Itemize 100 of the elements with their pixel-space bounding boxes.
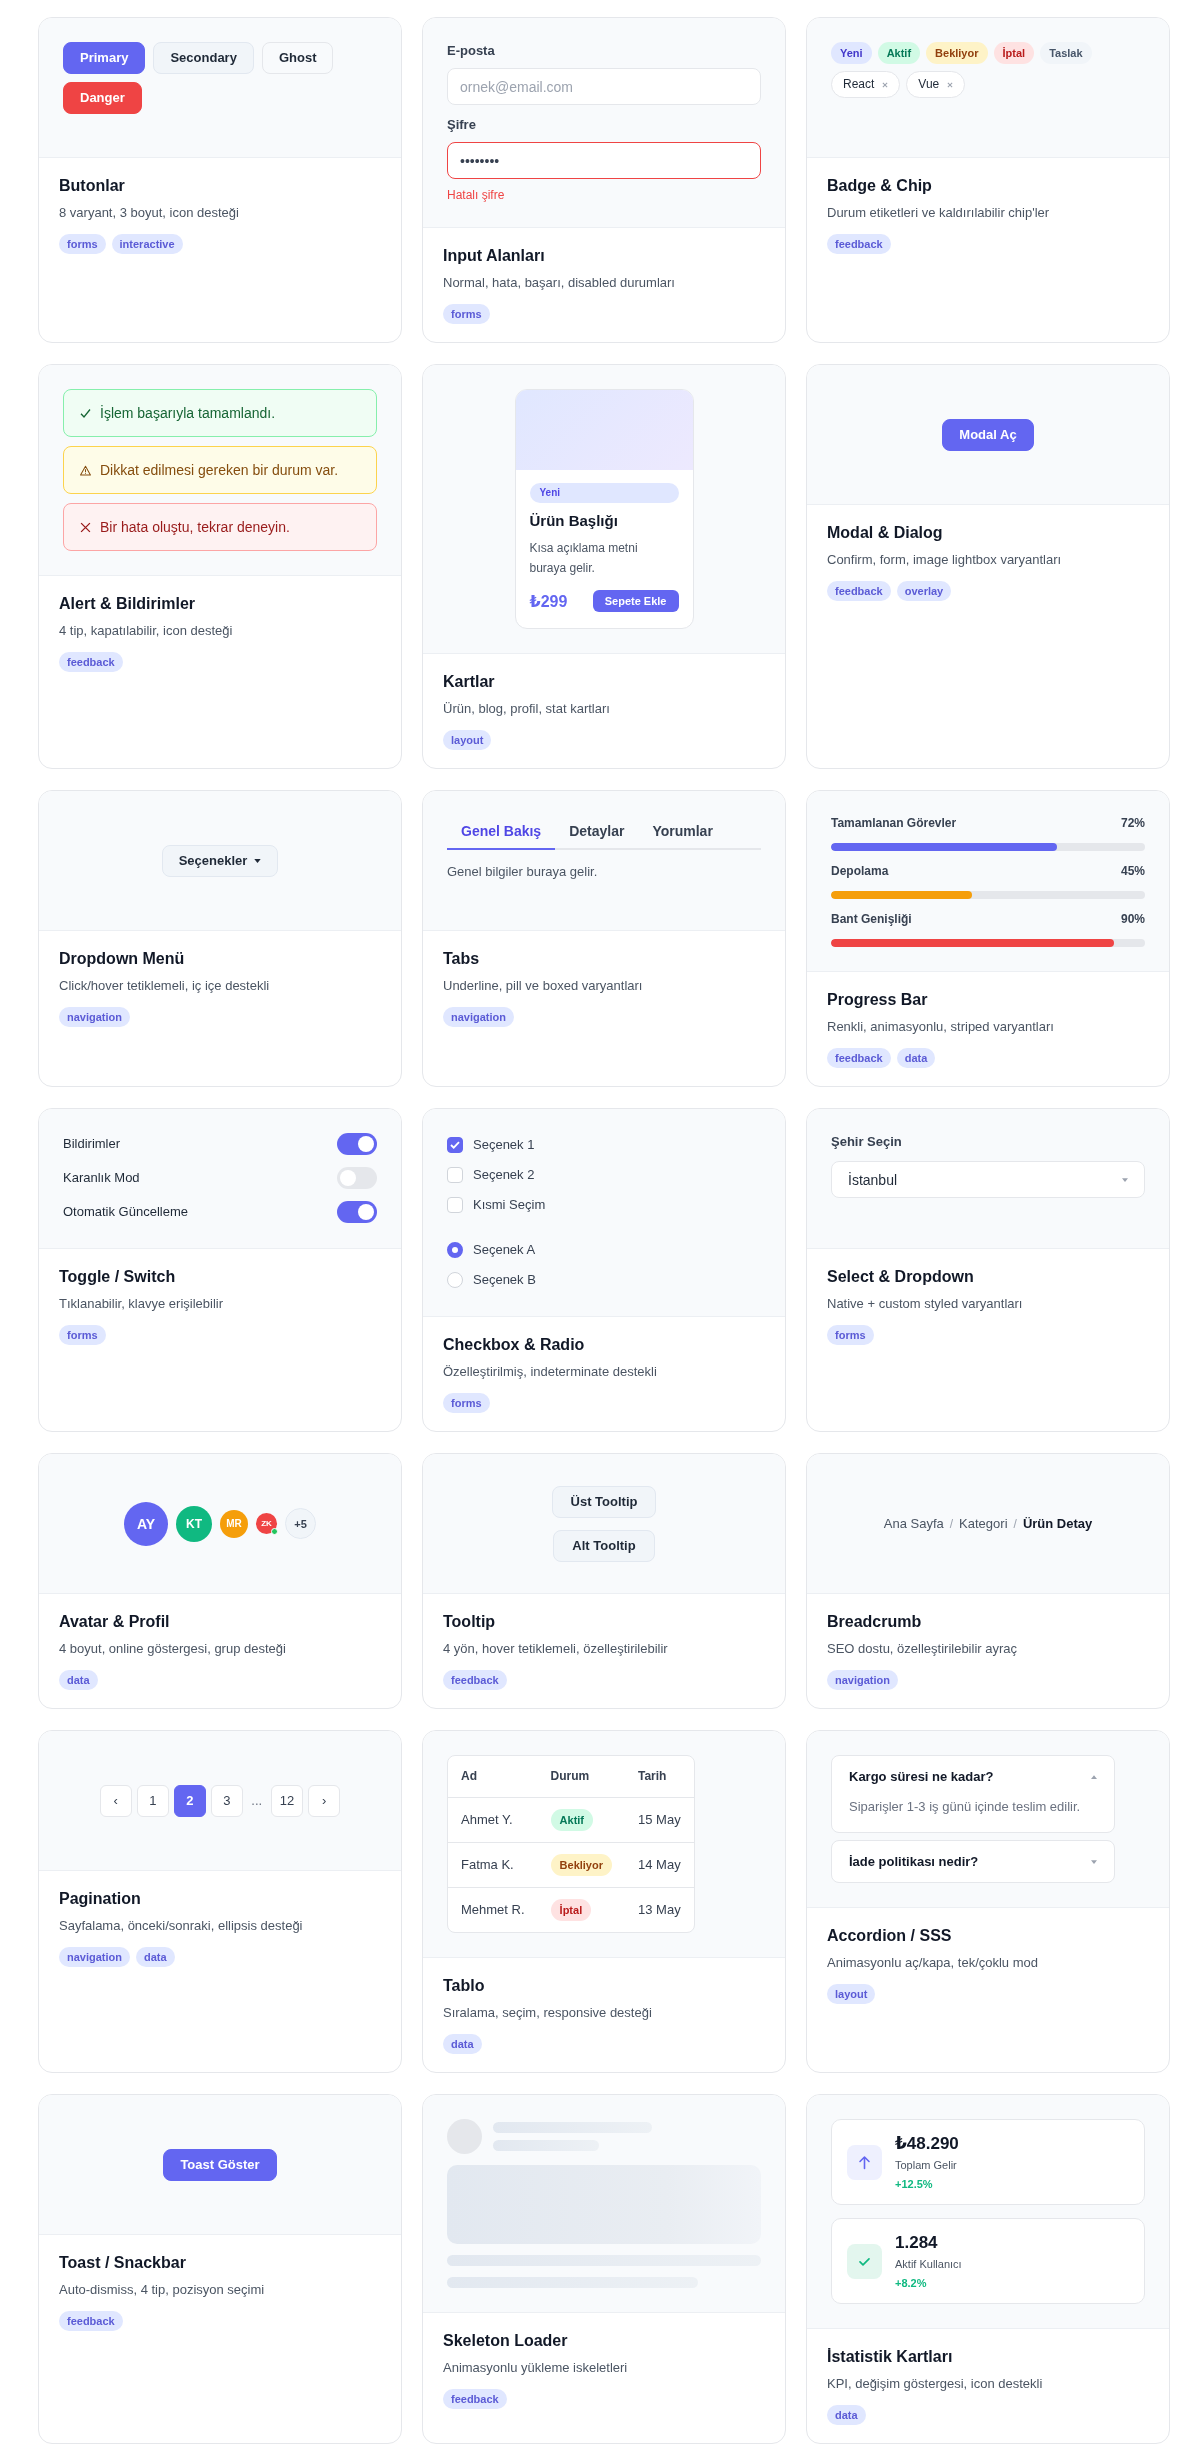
dropdown-button[interactable]: Seçenekler [161,844,279,877]
tag: layout [827,1984,876,2004]
next-page-button[interactable]: › [308,1784,341,1817]
tooltip-trigger-button[interactable]: Alt Tooltip [553,1529,655,1562]
avatar: ZK [256,1513,277,1534]
checkbox-label: Kısmi Seçim [473,1196,546,1214]
toggle-label: Bildirimler [63,1135,121,1153]
check-icon [847,2244,882,2279]
table-cell: 15 May [625,1797,694,1842]
card-description: 4 tip, kapatılabilir, icon desteği [59,622,234,640]
card-description: Ürün, blog, profil, stat kartları [443,700,611,718]
card-title: Checkbox & Radio [443,1335,586,1355]
primary-button[interactable]: Primary [63,42,146,74]
primary-button[interactable]: Toast Göster [163,2148,277,2181]
field-label: Şifre [447,116,477,133]
ghost-button[interactable]: Ghost [261,42,334,74]
tab[interactable]: Genel Bakış [447,815,556,850]
breadcrumb-separator: / [1013,1516,1017,1531]
field-label: E-posta [447,42,496,59]
tag: forms [443,1393,490,1413]
card-title: Modal & Dialog [827,523,944,543]
accordion-content: Siparişler 1-3 iş günü içinde teslim edilir. [848,1798,1082,1816]
danger-button[interactable]: Danger [63,82,142,114]
card-description: Normal, hata, başarı, disabled durumları [443,274,676,292]
page-button[interactable]: 3 [210,1784,243,1817]
card-title: Accordion / SSS [827,1926,953,1946]
chip-label: React [843,77,875,92]
stat-change: +8.2% [895,2276,928,2291]
tooltip-trigger-button[interactable]: Üst Tooltip [551,1485,657,1518]
add-to-cart-button[interactable]: Sepete Ekle [592,590,679,612]
input-field[interactable]: •••••••• [447,142,761,179]
progress-label: Tamamlanan Görevler [831,815,957,831]
page-button[interactable]: 1 [136,1784,169,1817]
radio-button[interactable] [447,1242,463,1258]
tag: data [443,2034,482,2054]
tag: feedback [827,1048,891,1068]
card-description: Confirm, form, image lightbox varyantları [827,551,1063,569]
tag: navigation [59,1947,130,1967]
card-description: Sıralama, seçim, responsive desteği [443,2004,653,2022]
tag: navigation [443,1007,514,1027]
secondary-button[interactable]: Secondary [153,42,254,74]
tag: feedback [827,234,891,254]
stat-label: Aktif Kullanıcı [895,2257,962,2272]
input-field[interactable]: ornek@email.com [447,68,761,105]
column-header: Tarih [637,1768,668,1785]
accordion-header[interactable]: Kargo süresi ne kadar? [832,1756,1114,1797]
breadcrumb-link[interactable]: Kategori [959,1514,1008,1533]
page-button[interactable]: 12 [270,1784,304,1817]
card-description: 8 varyant, 3 boyut, icon desteği [59,204,240,222]
card-description: Sayfalama, önceki/sonraki, ellipsis desteği [59,1917,304,1935]
status-badge: Bekliyor [926,42,988,64]
card-title: Dropdown Menü [59,949,186,969]
tab[interactable]: Yorumlar [638,815,727,850]
alert-message: İşlem başarıyla tamamlandı. [100,404,276,422]
card-description: Tıklanabilir, klavye erişilebilir [59,1295,224,1313]
status-badge: İptal [550,1899,592,1921]
card-title: Progress Bar [827,990,929,1010]
arrow-up-icon [847,2145,882,2180]
toggle-label: Karanlık Mod [63,1169,140,1187]
progress-label: Bant Genişliği [831,911,912,927]
breadcrumb-separator: / [949,1516,954,1531]
tag: interactive [111,234,183,254]
toggle-switch[interactable] [337,1133,377,1155]
radio-label: Seçenek A [473,1241,536,1259]
breadcrumb-link[interactable]: Ana Sayfa [883,1514,944,1533]
status-badge: Yeni [831,42,872,64]
card-description: KPI, değişim göstergesi, icon destekli [827,2375,1044,2393]
toggle-switch[interactable] [337,1201,377,1223]
stat-change: +12.5% [895,2177,934,2192]
primary-button[interactable]: Modal Aç [942,418,1034,451]
checkbox[interactable] [447,1137,463,1153]
toggle-switch[interactable] [337,1167,377,1189]
card-title: İstatistik Kartları [827,2347,954,2367]
tag: data [896,1048,936,1068]
table-cell: Mehmet R. [448,1887,538,1932]
page-button[interactable]: 2 [173,1784,206,1817]
close-icon[interactable] [882,81,889,88]
card-description: Animasyonlu aç/kapa, tek/çoklu mod [827,1954,1039,1972]
card-title: Toggle / Switch [59,1267,177,1287]
card-description: Native + custom styled varyantları [827,1295,1024,1313]
avatar: AY [124,1501,168,1546]
check-icon [80,407,91,419]
accordion-header[interactable]: İade politikası nedir? [832,1841,1114,1882]
previous-page-button[interactable]: ‹ [99,1784,132,1817]
avatar-count: +5 [285,1508,316,1539]
card-title: Pagination [59,1889,142,1909]
tag: data [136,1947,175,1967]
select-field[interactable]: İstanbul [831,1161,1145,1198]
card-title: Input Alanları [443,246,546,266]
progress-label: Depolama [831,863,889,879]
card-description: Underline, pill ve boxed varyantları [443,977,644,995]
tag: data [827,2405,866,2425]
product-badge: Yeni [529,483,679,503]
caret-down-icon [254,858,262,863]
tag: forms [443,304,490,324]
close-icon[interactable] [947,81,954,88]
stat-value: 1.284 [895,2232,939,2254]
pagination-ellipsis: ... [250,1792,264,1810]
tab[interactable]: Detaylar [555,815,639,850]
tag: feedback [443,2389,507,2409]
